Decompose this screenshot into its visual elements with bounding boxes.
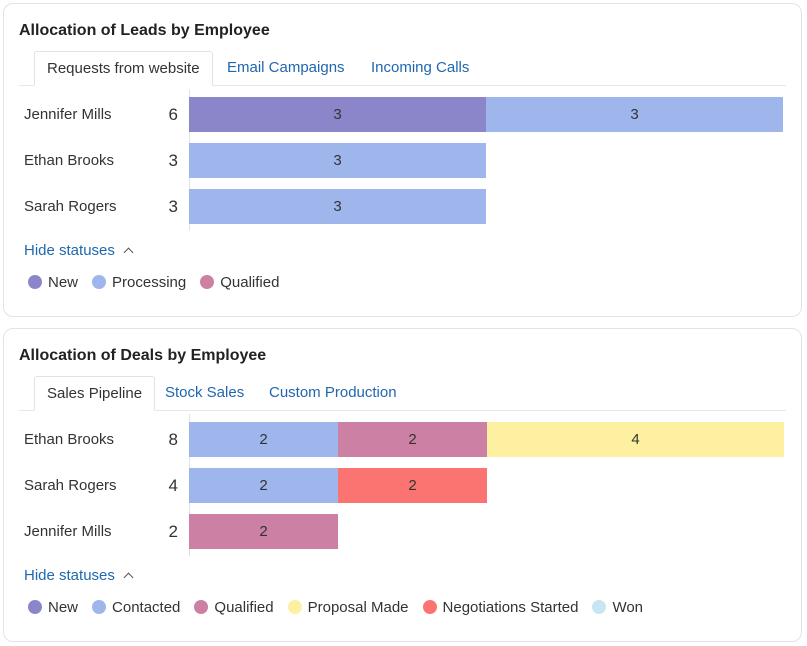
bar-segment-contacted[interactable]: 2 <box>189 468 338 503</box>
legend-item-negotiations-started[interactable]: Negotiations Started <box>422 599 579 616</box>
legend-dot-icon <box>28 600 42 614</box>
legend-item-won[interactable]: Won <box>592 599 643 616</box>
deals-chart: Ethan Brooks 8 2 2 4 Sarah Rogers 4 2 2 Jennifer … <box>4 329 801 641</box>
legend-label: Processing <box>112 274 187 291</box>
deals-card: Allocation of Deals by Employee Sales Pi… <box>3 328 802 642</box>
employee-total: 4 <box>168 476 178 495</box>
employee-name[interactable]: Jennifer Mills <box>24 106 112 123</box>
legend-item-new[interactable]: New <box>28 274 78 291</box>
employee-name[interactable]: Jennifer Mills <box>24 523 112 540</box>
employee-total: 3 <box>168 197 178 216</box>
hide-statuses-label: Hide statuses <box>24 242 115 259</box>
bar-segment-new[interactable]: 3 <box>189 97 486 132</box>
legend-label: Proposal Made <box>307 599 409 616</box>
legend-label: Qualified <box>220 274 280 291</box>
legend-dot-icon <box>422 600 437 614</box>
legend-dot-icon <box>92 275 107 289</box>
employee-name[interactable]: Ethan Brooks <box>24 152 114 169</box>
legend-dot-icon <box>200 275 215 289</box>
legend-dot-icon <box>194 600 209 614</box>
employee-total: 3 <box>168 151 178 170</box>
chevron-up-icon <box>123 572 134 583</box>
legend-dot-icon <box>287 600 302 614</box>
employee-name[interactable]: Sarah Rogers <box>24 477 117 494</box>
deals-legend: New Contacted Qualified Proposal Made Negoti… <box>28 599 657 616</box>
legend-dot-icon <box>28 275 42 289</box>
legend-label: Negotiations Started <box>442 599 579 616</box>
employee-total: 6 <box>168 105 178 124</box>
bar-segment-proposal-made[interactable]: 4 <box>487 422 784 457</box>
legend-item-qualified[interactable]: Qualified <box>194 599 274 616</box>
employee-name[interactable]: Sarah Rogers <box>24 198 117 215</box>
legend-item-contacted[interactable]: Contacted <box>92 599 180 616</box>
employee-total: 2 <box>168 522 178 541</box>
employee-name[interactable]: Ethan Brooks <box>24 431 114 448</box>
legend-item-qualified[interactable]: Qualified <box>200 274 279 291</box>
bar-segment-contacted[interactable]: 2 <box>189 422 338 457</box>
employee-total: 8 <box>168 430 178 449</box>
leads-legend: New Processing Qualified <box>28 274 293 291</box>
leads-hide-statuses-link[interactable]: Hide statuses <box>24 242 134 259</box>
bar-segment-qualified[interactable]: 2 <box>189 514 338 549</box>
bar-segment-qualified[interactable]: 2 <box>338 422 487 457</box>
leads-chart: Jennifer Mills 6 3 3 Ethan Brooks 3 3 Sarah Rog… <box>4 4 801 316</box>
chevron-up-icon <box>123 247 134 258</box>
legend-dot-icon <box>592 600 607 614</box>
legend-label: Qualified <box>214 599 274 616</box>
legend-label: New <box>48 274 79 291</box>
bar-segment-processing[interactable]: 3 <box>486 97 783 132</box>
bar-segment-processing[interactable]: 3 <box>189 143 486 178</box>
legend-label: Contacted <box>112 599 181 616</box>
legend-label: New <box>48 599 79 616</box>
legend-label: Won <box>612 599 644 616</box>
legend-dot-icon <box>92 600 107 614</box>
legend-item-processing[interactable]: Processing <box>92 274 186 291</box>
leads-card: Allocation of Leads by Employee Requests… <box>3 3 802 317</box>
legend-item-new[interactable]: New <box>28 599 78 616</box>
deals-hide-statuses-link[interactable]: Hide statuses <box>24 567 134 584</box>
legend-item-proposal-made[interactable]: Proposal Made <box>287 599 409 616</box>
bar-segment-negotiations-started[interactable]: 2 <box>338 468 487 503</box>
hide-statuses-label: Hide statuses <box>24 567 115 584</box>
bar-segment-processing[interactable]: 3 <box>189 189 486 224</box>
